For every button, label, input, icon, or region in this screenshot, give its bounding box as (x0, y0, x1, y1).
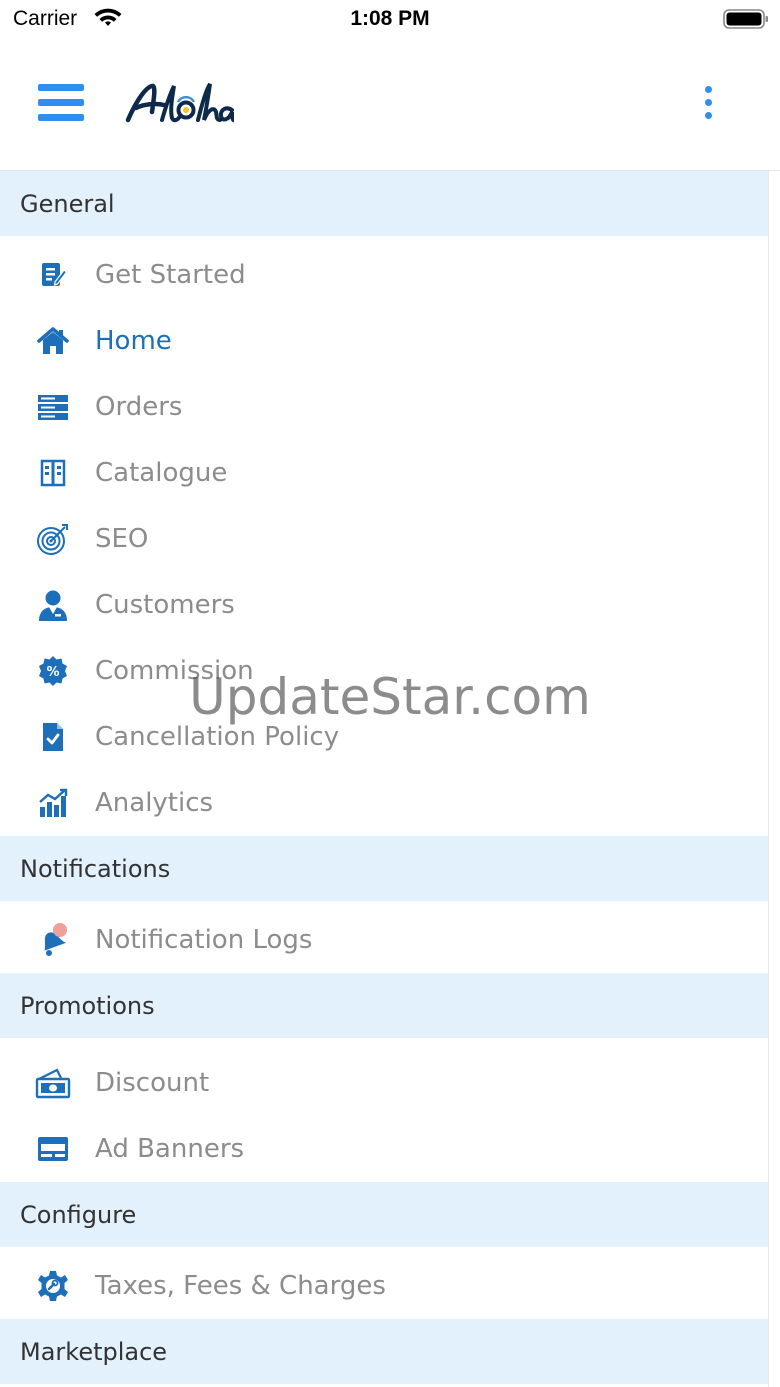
section-header-configure: Configure (0, 1182, 768, 1247)
more-options-icon[interactable] (697, 86, 719, 122)
aloha-logo (125, 82, 234, 123)
menu-item-customers[interactable]: Customers (0, 572, 768, 638)
menu-item-notification-logs[interactable]: Notification Logs (0, 907, 768, 973)
menu-item-ad-banners[interactable]: Ad Banners (0, 1116, 768, 1182)
menu-item-catalogue[interactable]: Catalogue (0, 440, 768, 506)
clock: 1:08 PM (350, 7, 430, 30)
catalogue-book-icon (34, 454, 72, 492)
menu-item-home[interactable]: Home (0, 308, 768, 374)
menu-item-label: Ad Banners (95, 1134, 245, 1164)
menu-item-label: Discount (95, 1068, 210, 1098)
section-title: General (20, 189, 115, 218)
home-icon (34, 322, 72, 360)
status-bar: Carrier 1:08 PM (0, 0, 780, 44)
section-header-marketplace: Marketplace (0, 1319, 768, 1384)
banner-icon (34, 1130, 72, 1168)
menu-item-taxes-fees-charges[interactable]: Taxes, Fees & Charges (0, 1253, 768, 1319)
app-header (0, 44, 780, 171)
bar-chart-icon (34, 784, 72, 822)
menu-item-label: Notification Logs (95, 925, 313, 955)
battery-icon (723, 9, 768, 29)
menu-item-analytics[interactable]: Analytics (0, 770, 768, 836)
menu-item-seo[interactable]: SEO (0, 506, 768, 572)
menu-item-orders[interactable]: Orders (0, 374, 768, 440)
section-header-general: General (0, 171, 768, 236)
menu-item-label: Analytics (95, 788, 214, 818)
menu-item-label: Catalogue (95, 458, 228, 488)
menu-item-discount[interactable]: Discount (0, 1050, 768, 1116)
menu-item-label: Customers (95, 590, 235, 620)
section-title: Promotions (20, 991, 155, 1020)
menu-item-label: Cancellation Policy (95, 722, 340, 752)
menu-item-cancellation-policy[interactable]: Cancellation Policy (0, 704, 768, 770)
section-title: Marketplace (20, 1337, 168, 1366)
section-title: Notifications (20, 854, 171, 883)
document-check-icon (34, 718, 72, 756)
menu-item-label: Orders (95, 392, 183, 422)
navigation-drawer: General Get Started Home Orders Catalogu… (0, 171, 768, 1384)
customer-icon (34, 586, 72, 624)
gear-icon (34, 1267, 72, 1305)
menu-item-label: Home (95, 326, 172, 356)
section-title: Configure (20, 1200, 137, 1229)
drawer-scroll-edge (768, 171, 780, 1387)
orders-list-icon (34, 388, 72, 426)
menu-item-label: Commission (95, 656, 254, 686)
percent-badge-icon: % (34, 652, 72, 690)
bell-icon (34, 921, 72, 959)
section-header-notifications: Notifications (0, 836, 768, 901)
menu-item-commission[interactable]: % Commission (0, 638, 768, 704)
menu-item-label: Taxes, Fees & Charges (95, 1271, 386, 1301)
target-icon (34, 520, 72, 558)
menu-item-get-started[interactable]: Get Started (0, 242, 768, 308)
cash-icon (34, 1064, 72, 1102)
menu-item-label: SEO (95, 524, 149, 554)
edit-document-icon (34, 256, 72, 294)
menu-item-label: Get Started (95, 260, 246, 290)
section-header-promotions: Promotions (0, 973, 768, 1038)
hamburger-menu-icon[interactable] (38, 84, 84, 124)
svg-text:%: % (46, 665, 59, 680)
